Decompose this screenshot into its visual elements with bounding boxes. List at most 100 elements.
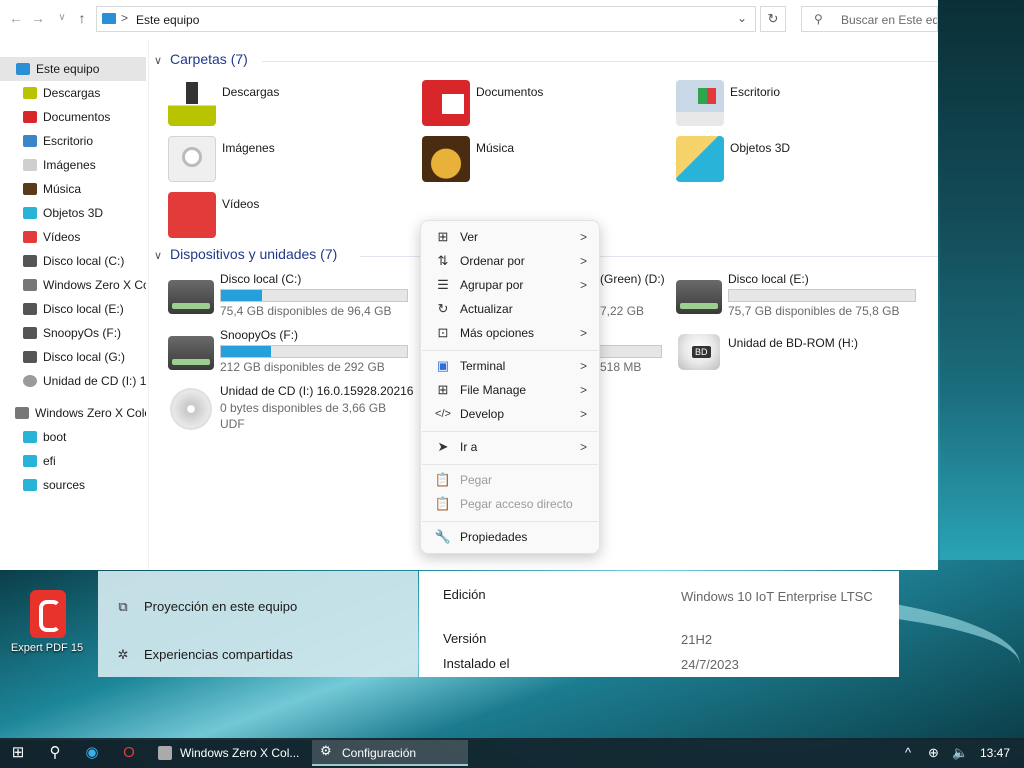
taskbar-app-explorer[interactable]: Windows Zero X Col...: [150, 740, 308, 766]
chevron-up-icon[interactable]: ^: [905, 738, 911, 768]
menu-item-ver[interactable]: ⊞ Ver >: [425, 225, 597, 249]
sidebar-item-efi[interactable]: efi: [0, 449, 146, 473]
sidebar-item-sources[interactable]: sources: [0, 473, 146, 497]
sidebar-item-label: Música: [43, 182, 82, 196]
menu-item-pegar[interactable]: 📋 Pegar: [425, 468, 597, 492]
drive-snoopyos-f[interactable]: SnoopyOs (F:) 212 GB disponibles de 292 …: [168, 328, 418, 382]
menu-separator: [422, 464, 598, 465]
group-header-carpetas[interactable]: ∨ Carpetas (7): [154, 51, 248, 67]
pictures-icon: [168, 136, 216, 182]
sidebar-item-label: Objetos 3D: [43, 206, 104, 220]
chevron-right-icon: >: [579, 440, 587, 454]
back-arrow-icon[interactable]: ←: [6, 8, 26, 28]
sidebar-item-windows-zero-x-co[interactable]: Windows Zero X Co: [0, 273, 146, 297]
folder-icon: [23, 479, 37, 491]
navigation-pane: Este equipo Descargas Documentos Escrito…: [0, 50, 148, 570]
menu-item-actualizar[interactable]: ↻ Actualizar: [425, 297, 597, 321]
sidebar-item-label: Escritorio: [43, 134, 94, 148]
sidebar-item-musica[interactable]: Música: [0, 177, 146, 201]
refresh-button[interactable]: ↻: [760, 6, 786, 32]
menu-separator: [422, 521, 598, 522]
chevron-down-icon[interactable]: ⌄: [737, 11, 747, 25]
folder-objetos-3d[interactable]: Objetos 3D: [676, 136, 916, 186]
menu-item-propiedades[interactable]: 🔧 Propiedades: [425, 525, 597, 549]
sidebar-item-descargas[interactable]: Descargas: [0, 81, 146, 105]
menu-item-mas-opciones[interactable]: ⊡ Más opciones >: [425, 321, 597, 345]
forward-arrow-icon[interactable]: →: [28, 8, 48, 28]
objects3d-icon: [676, 136, 724, 182]
drive-icon: [168, 280, 214, 314]
pictures-icon: [23, 159, 37, 171]
desktop-icon-expert-pdf[interactable]: Expert PDF 15: [8, 590, 86, 660]
clock[interactable]: 13:47: [980, 738, 1010, 768]
taskbar: ⊞ ⚲ ◉ O Windows Zero X Col... ⚙ Configura…: [0, 738, 1024, 768]
up-arrow-icon[interactable]: ↑: [72, 8, 92, 28]
folder-documentos[interactable]: Documentos: [422, 80, 662, 130]
folder-descargas[interactable]: Descargas: [168, 80, 408, 130]
sidebar-item-unidad-cd-i[interactable]: Unidad de CD (I:) 16: [0, 369, 146, 393]
network-icon[interactable]: ⊕: [928, 738, 939, 768]
menu-item-file-manage[interactable]: ⊞ File Manage >: [425, 378, 597, 402]
drive-disco-e[interactable]: Disco local (E:) 75,7 GB disponibles de …: [676, 272, 926, 326]
sidebar-item-documentos[interactable]: Documentos: [0, 105, 146, 129]
sidebar-item-escritorio[interactable]: Escritorio: [0, 129, 146, 153]
drive-free-space: 75,4 GB disponibles de 96,4 GB: [220, 304, 392, 318]
sidebar-item-windows-zero-x-colo[interactable]: Windows Zero X Colo: [0, 401, 146, 425]
drive-bd-rom-h[interactable]: BD Unidad de BD-ROM (H:): [676, 334, 926, 388]
folder-videos[interactable]: Vídeos: [168, 192, 408, 242]
sidebar-item-snoopyos-f[interactable]: SnoopyOs (F:): [0, 321, 146, 345]
folder-escritorio[interactable]: Escritorio: [676, 80, 916, 130]
sidebar-item-este-equipo[interactable]: Este equipo: [0, 57, 146, 81]
folder-imagenes[interactable]: Imágenes: [168, 136, 408, 186]
drive-icon: [168, 336, 214, 370]
recent-chevron-icon[interactable]: ∨: [52, 8, 72, 28]
sidebar-item-videos[interactable]: Vídeos: [0, 225, 146, 249]
sidebar-item-disco-e[interactable]: Disco local (E:): [0, 297, 146, 321]
search-input[interactable]: ⚲ Buscar en Este equipo: [801, 6, 938, 32]
drive-name: SnoopyOs (F:): [220, 328, 299, 342]
start-button[interactable]: ⊞: [0, 738, 36, 768]
folder-label: Vídeos: [222, 197, 260, 211]
taskbar-app-configuracion[interactable]: ⚙ Configuración: [312, 740, 468, 766]
sidebar-item-imagenes[interactable]: Imágenes: [0, 153, 146, 177]
drive-free-partial: 7,22 GB: [600, 304, 645, 318]
drive-disco-c[interactable]: Disco local (C:) 75,4 GB disponibles de …: [168, 272, 418, 326]
menu-item-ir-a[interactable]: ➤ Ir a >: [425, 435, 597, 459]
opera-icon[interactable]: O: [111, 738, 147, 768]
group-header-dispositivos[interactable]: ∨ Dispositivos y unidades (7): [154, 246, 337, 262]
menu-item-agrupar-por[interactable]: ☰ Agrupar por >: [425, 273, 597, 297]
documents-icon: [422, 80, 470, 126]
sidebar-item-disco-c[interactable]: Disco local (C:): [0, 249, 146, 273]
desktop-icon: [676, 80, 724, 126]
menu-item-label: Terminal: [460, 359, 506, 373]
sidebar-item-disco-g[interactable]: Disco local (G:): [0, 345, 146, 369]
folder-musica[interactable]: Música: [422, 136, 662, 186]
drive-name-partial[interactable]: (Green) (D:): [600, 272, 665, 286]
menu-item-label: File Manage: [460, 383, 527, 397]
menu-item-ordenar-por[interactable]: ⇅ Ordenar por >: [425, 249, 597, 273]
sidebar-item-boot[interactable]: boot: [0, 425, 146, 449]
drive-icon: [676, 280, 722, 314]
drive-unidad-cd-i[interactable]: Unidad de CD (I:) 16.0.15928.20216 0 byt…: [168, 384, 418, 434]
settings-item-experiencias[interactable]: ✲ Experiencias compartidas: [114, 643, 293, 667]
menu-item-terminal[interactable]: ▣ Terminal >: [425, 354, 597, 378]
menu-item-develop[interactable]: </> Develop >: [425, 402, 597, 426]
settings-item-proyeccion[interactable]: ⧉ Proyección en este equipo: [114, 595, 297, 619]
volume-icon[interactable]: 🔈: [952, 738, 968, 768]
cd-drive-icon: [23, 375, 37, 387]
sidebar-item-label: Disco local (G:): [43, 350, 126, 364]
sidebar-item-objetos-3d[interactable]: Objetos 3D: [0, 201, 146, 225]
menu-item-pegar-acceso-directo[interactable]: 📋 Pegar acceso directo: [425, 492, 597, 516]
breadcrumb-path[interactable]: Este equipo: [136, 13, 199, 27]
menu-item-label: Actualizar: [460, 302, 513, 316]
address-bar[interactable]: > Este equipo ⌄: [96, 6, 756, 32]
drive-usage-bar: [220, 289, 408, 302]
edge-icon[interactable]: ◉: [74, 738, 110, 768]
folder-icon: [23, 431, 37, 443]
menu-item-label: Ordenar por: [460, 254, 525, 268]
grid-icon: ⊞: [437, 229, 449, 244]
code-icon: </>: [435, 408, 451, 420]
usb-drive-icon: [158, 746, 172, 760]
search-icon[interactable]: ⚲: [37, 738, 73, 768]
desktop-icon: [23, 135, 37, 147]
